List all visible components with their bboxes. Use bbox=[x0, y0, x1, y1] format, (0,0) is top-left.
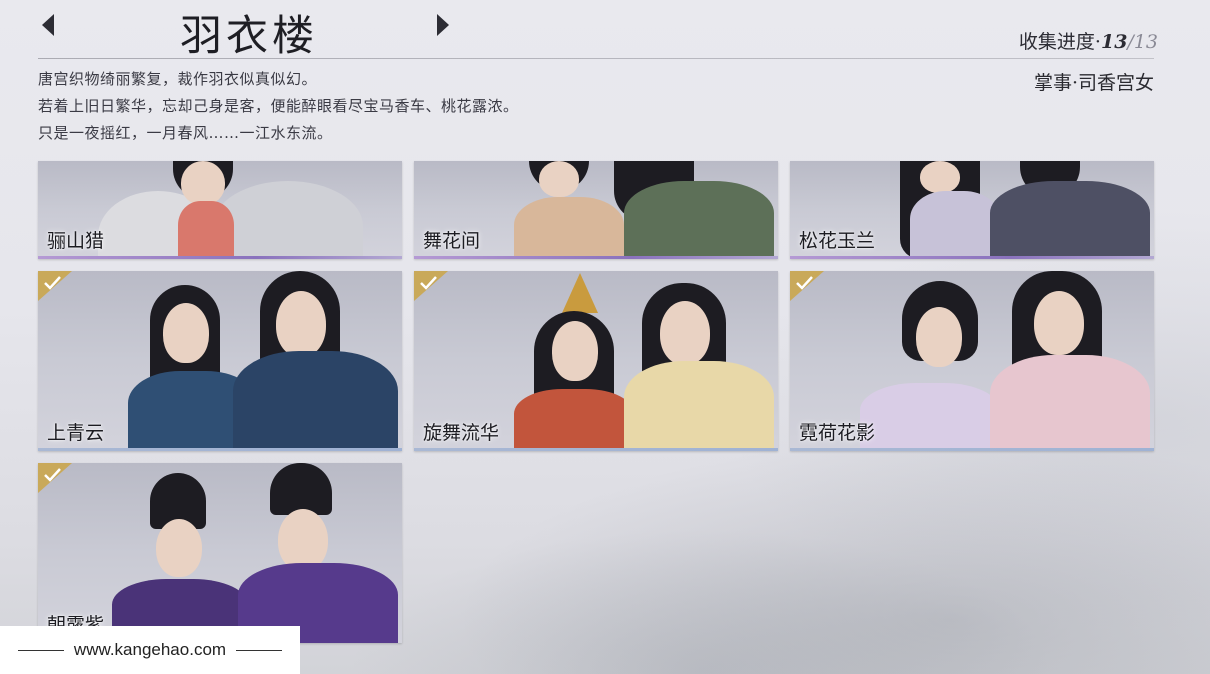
card-underline bbox=[38, 448, 402, 451]
progress-label: 收集进度· bbox=[1018, 31, 1101, 53]
outfit-name: 舞花间 bbox=[423, 230, 481, 252]
outfit-card[interactable]: 骊山猎 bbox=[38, 161, 402, 259]
outfit-card[interactable]: 旋舞流华 bbox=[414, 271, 778, 451]
outfit-name: 上青云 bbox=[47, 422, 105, 444]
outfit-name: 旋舞流华 bbox=[423, 422, 500, 444]
outfit-card[interactable]: 上青云 bbox=[38, 271, 402, 451]
outfit-card[interactable]: 松花玉兰 bbox=[790, 161, 1154, 259]
outfit-name: 松花玉兰 bbox=[799, 230, 876, 252]
collection-progress: 收集进度·13/13 bbox=[1019, 27, 1158, 54]
collected-check-icon bbox=[38, 463, 72, 493]
progress-current: 13 bbox=[1100, 31, 1128, 53]
outfit-name: 骊山猎 bbox=[47, 230, 105, 252]
description-line: 只是一夜摇红，一月春风……一江水东流。 bbox=[38, 124, 333, 142]
outfit-card[interactable]: 舞花间 bbox=[414, 161, 778, 259]
collection-description: 唐宫织物绮丽繁复，裁作羽衣似真似幻。 若着上旧日繁华，忘却己身是客，便能醉眼看尽… bbox=[38, 66, 678, 147]
progress-total: /13 bbox=[1127, 31, 1158, 53]
reward-title: 掌事·司香宫女 bbox=[1033, 72, 1154, 94]
page-title: 羽衣楼 bbox=[180, 11, 319, 60]
header-divider bbox=[38, 58, 1154, 59]
collected-check-icon bbox=[38, 271, 72, 301]
card-underline bbox=[38, 256, 402, 259]
card-underline bbox=[414, 448, 778, 451]
collected-check-icon bbox=[790, 271, 824, 301]
card-underline bbox=[414, 256, 778, 259]
description-line: 若着上旧日繁华，忘却己身是客，便能醉眼看尽宝马香车、桃花露浓。 bbox=[38, 97, 519, 115]
outfit-name: 霓荷花影 bbox=[799, 422, 876, 444]
outfit-card[interactable]: 霓荷花影 bbox=[790, 271, 1154, 451]
card-underline bbox=[790, 256, 1154, 259]
divider bbox=[236, 649, 283, 651]
watermark-bar: www.kangehao.com bbox=[0, 626, 300, 674]
prev-page-arrow-icon[interactable] bbox=[42, 14, 54, 36]
card-underline bbox=[790, 448, 1154, 451]
watermark-url: www.kangehao.com bbox=[73, 640, 227, 659]
collected-check-icon bbox=[414, 271, 448, 301]
description-line: 唐宫织物绮丽繁复，裁作羽衣似真似幻。 bbox=[38, 70, 318, 88]
outfit-card[interactable]: 朝露紫 bbox=[38, 463, 402, 643]
next-page-arrow-icon[interactable] bbox=[437, 14, 449, 36]
divider bbox=[17, 649, 64, 651]
